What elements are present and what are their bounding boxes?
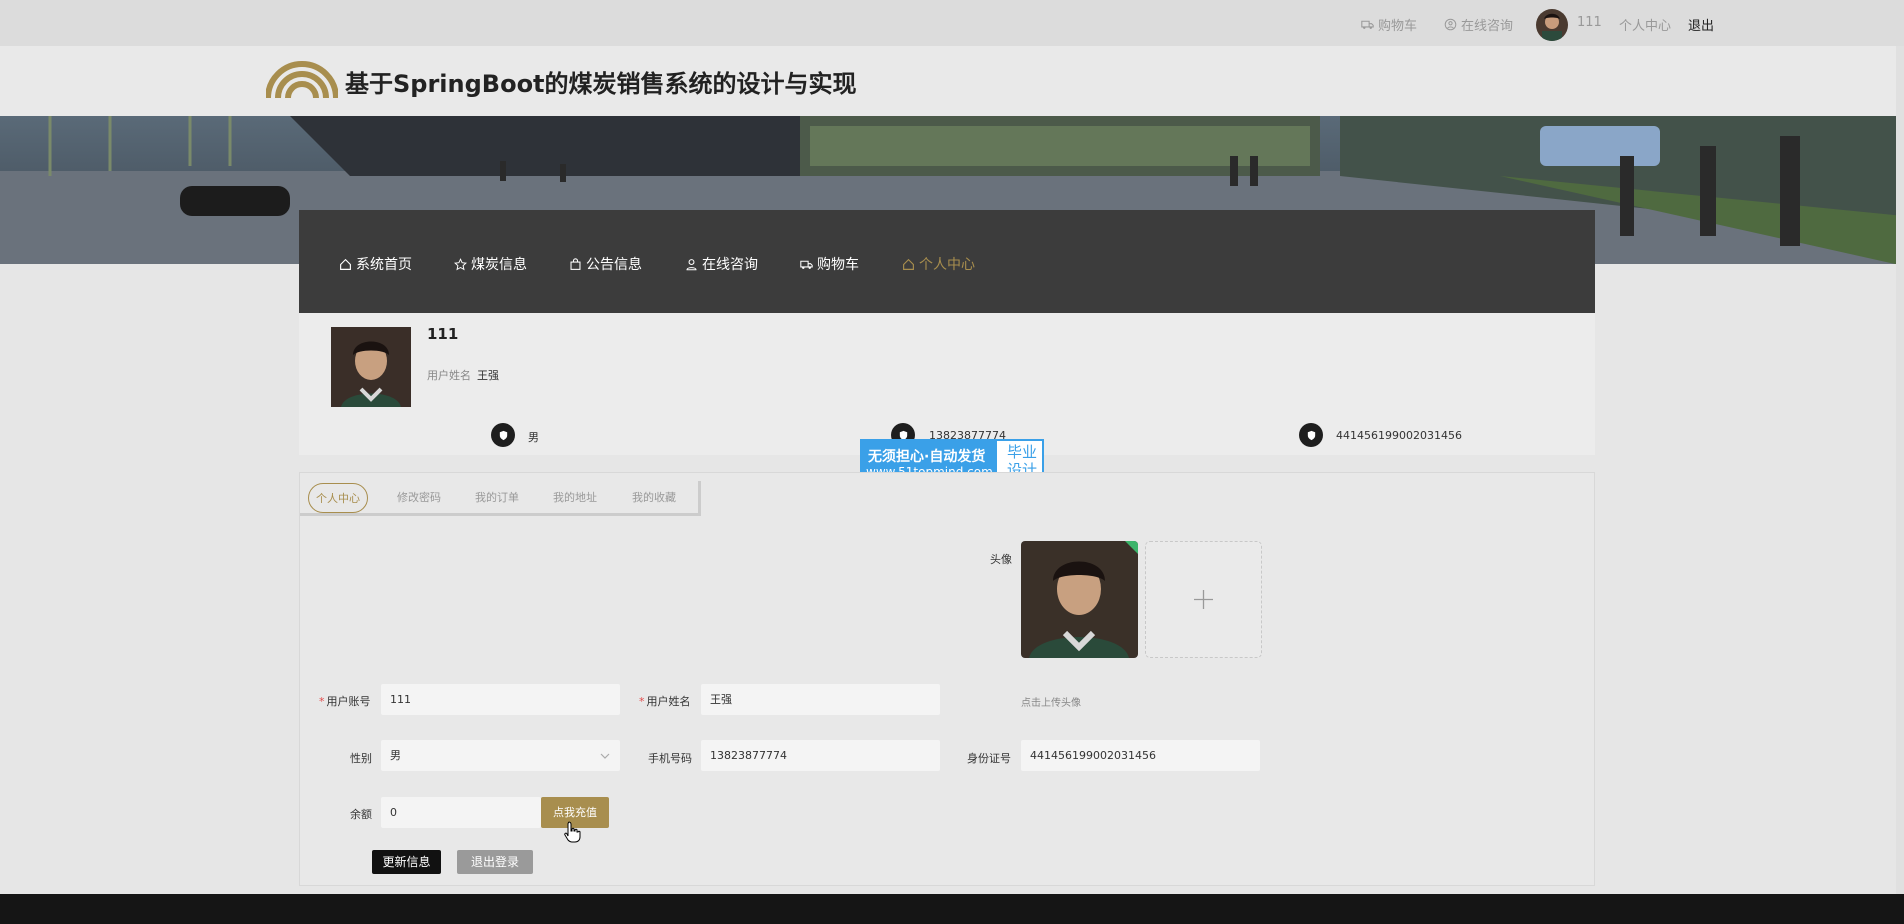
topbar-logout-link[interactable]: 退出 [1688,15,1714,34]
name-label: * 用户姓名 [639,695,691,708]
watermark-line1: 无须担心·自动发货 [868,449,986,465]
site-title: 基于SpringBoot的煤炭销售系统的设计与实现 [345,70,857,98]
nav-item-notice[interactable]: 公告信息 [569,254,642,274]
balance-input[interactable]: 0 [381,797,541,828]
topbar-avatar[interactable] [1536,9,1568,41]
upload-avatar-button[interactable] [1145,541,1262,658]
user-icon [686,258,697,270]
account-label: * 用户账号 [319,695,371,708]
tab-my-address[interactable]: 我的地址 [553,489,597,505]
topbar-consult-label: 在线咨询 [1461,19,1514,34]
phone-input[interactable]: 13823877774 [701,740,940,771]
tab-my-favorites[interactable]: 我的收藏 [632,489,676,505]
bag-icon [570,257,581,270]
scrollbar[interactable] [1896,46,1904,894]
nav-item-coal[interactable]: 煤炭信息 [454,254,527,274]
avatar-label: 头像 [990,553,1012,566]
nav-item-consult[interactable]: 在线咨询 [685,254,758,274]
logout-button[interactable]: 退出登录 [457,850,533,874]
uploaded-avatar[interactable] [1021,541,1138,658]
profile-account: 111 [427,325,459,343]
shield-icon [1299,423,1323,447]
nav-item-cart[interactable]: 购物车 [800,254,859,274]
site-logo [266,61,338,99]
nav-item-home[interactable]: 系统首页 [339,254,412,274]
topbar-center-link[interactable]: 个人中心 [1619,15,1671,34]
site-header: 基于SpringBoot的煤炭销售系统的设计与实现 [0,46,1904,116]
user-center-panel: 个人中心 修改密码 我的订单 我的地址 我的收藏 头像 点击上传头像 * 用户账号… [299,472,1595,886]
gender-label: 性别 [350,752,372,765]
profile-card: 111 用户姓名 王强 男 13823877774 44145619900203… [299,313,1595,455]
user-circle-icon [1444,18,1457,31]
chevron-down-icon [600,753,610,759]
gender-select[interactable]: 男 [381,740,620,771]
home-icon [903,258,914,270]
nav-item-center[interactable]: 个人中心 [902,254,975,274]
tab-bar: 个人中心 修改密码 我的订单 我的地址 我的收藏 [300,481,701,516]
truck-icon [800,260,813,269]
id-number-input[interactable]: 441456199002031456 [1021,740,1260,771]
name-input[interactable]: 王强 [701,684,940,715]
account-input[interactable]: 111 [381,684,620,715]
topbar-consult-link[interactable]: 在线咨询 [1444,15,1513,34]
tab-change-password[interactable]: 修改密码 [397,489,441,505]
topbar-cart-link[interactable]: 购物车 [1361,15,1417,34]
profile-gender: 男 [528,431,539,444]
main-nav: 系统首页 煤炭信息 公告信息 在线咨询 购物车 个人中心 [299,210,1595,313]
page-footer [0,894,1904,924]
top-bar: 购物车 在线咨询 111 个人中心 退出 [0,0,1904,46]
topbar-cart-label: 购物车 [1378,19,1418,34]
profile-name-label: 用户姓名 [427,369,471,382]
hand-cursor-icon [564,821,581,843]
profile-avatar [331,327,411,407]
tab-my-orders[interactable]: 我的订单 [475,489,519,505]
star-icon [454,257,467,270]
id-number-label: 身份证号 [967,752,1011,765]
balance-label: 余额 [350,808,372,821]
home-icon [340,258,351,270]
truck-icon [1361,20,1374,29]
update-info-button[interactable]: 更新信息 [372,850,441,874]
shield-icon [491,423,515,447]
tab-user-center[interactable]: 个人中心 [308,483,368,513]
profile-id-number: 441456199002031456 [1336,429,1462,442]
profile-name-value: 王强 [477,369,499,382]
watermark-right1: 毕业 [1006,443,1037,461]
upload-hint: 点击上传头像 [1021,698,1081,709]
plus-icon [1194,590,1213,609]
topbar-username: 111 [1577,15,1602,30]
phone-label: 手机号码 [648,752,692,765]
